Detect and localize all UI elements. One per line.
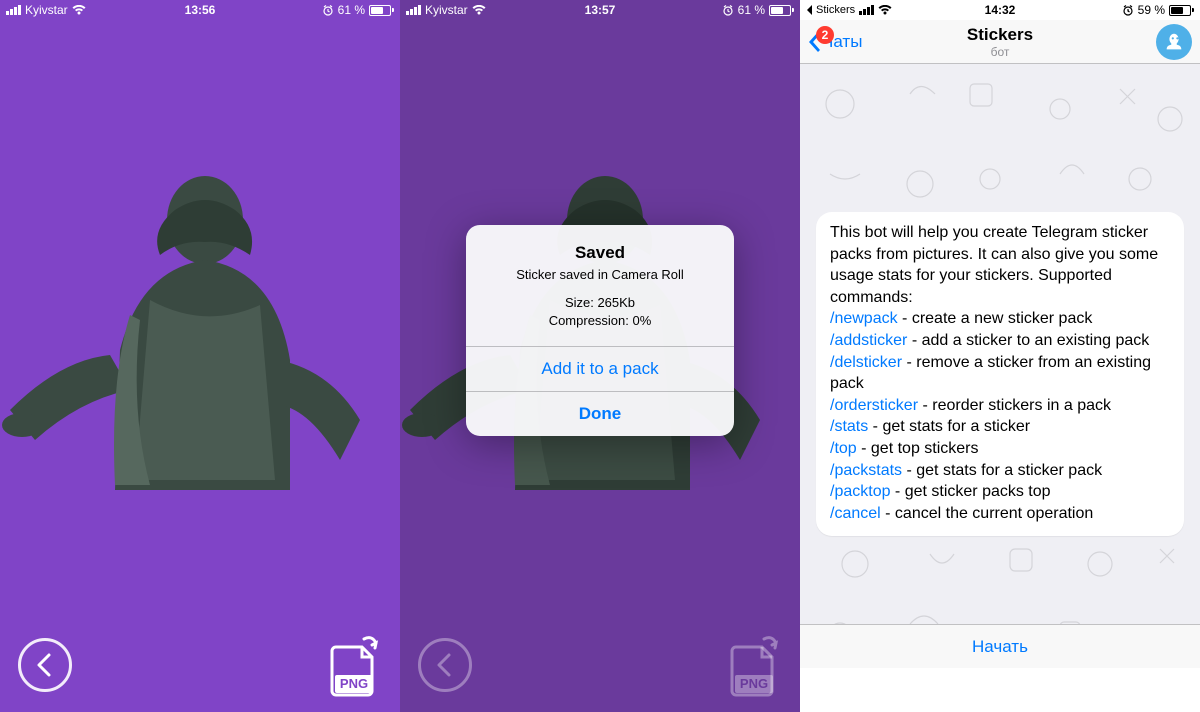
- alarm-icon: [1122, 4, 1134, 16]
- screen-saved-alert: Kyivstar 13:57 61 %: [400, 0, 800, 712]
- chat-title: Stickers: [967, 25, 1033, 45]
- command-link[interactable]: /newpack: [830, 310, 898, 327]
- command-link[interactable]: /top: [830, 440, 857, 457]
- command-link[interactable]: /delsticker: [830, 354, 902, 371]
- command-desc: - get sticker packs top: [890, 483, 1050, 500]
- bot-message: This bot will help you create Telegram s…: [816, 212, 1184, 536]
- command-link[interactable]: /addsticker: [830, 332, 907, 349]
- carrier-label: Kyivstar: [25, 3, 68, 17]
- back-to-chats-button[interactable]: Чаты 2: [808, 32, 862, 52]
- command-desc: - get stats for a sticker pack: [902, 462, 1102, 479]
- alert-title: Saved: [482, 243, 718, 263]
- nav-bar: Чаты 2 Stickers бот: [800, 20, 1200, 64]
- clock: 13:56: [185, 3, 216, 17]
- battery-icon: [369, 5, 394, 16]
- clock: 14:32: [985, 3, 1016, 17]
- command-desc: - add a sticker to an existing pack: [907, 332, 1149, 349]
- battery-pct: 61 %: [338, 3, 365, 17]
- command-desc: - get stats for a sticker: [868, 418, 1030, 435]
- alert-message: Sticker saved in Camera Roll: [482, 267, 718, 282]
- status-bar: Stickers 14:32 59 %: [800, 0, 1200, 20]
- chat-body[interactable]: This bot will help you create Telegram s…: [800, 64, 1200, 668]
- alert-size: Size: 265Kb: [482, 294, 718, 312]
- screen-telegram: Stickers 14:32 59 % Чаты 2 Stickers бот: [800, 0, 1200, 712]
- saved-alert: Saved Sticker saved in Camera Roll Size:…: [466, 225, 734, 436]
- signal-icon: [6, 5, 21, 15]
- start-button[interactable]: Начать: [800, 624, 1200, 668]
- command-link[interactable]: /ordersticker: [830, 397, 918, 414]
- screen-editor: Kyivstar 13:56 61 %: [0, 0, 400, 712]
- bot-avatar[interactable]: [1156, 24, 1192, 60]
- message-intro: This bot will help you create Telegram s…: [830, 224, 1158, 306]
- wifi-icon: [878, 5, 892, 15]
- unread-badge: 2: [816, 26, 834, 44]
- command-desc: - reorder stickers in a pack: [918, 397, 1111, 414]
- command-link[interactable]: /cancel: [830, 505, 881, 522]
- command-desc: - create a new sticker pack: [898, 310, 1093, 327]
- chat-subtitle: бот: [967, 45, 1033, 59]
- wifi-icon: [72, 5, 86, 15]
- command-list: /newpack - create a new sticker pack/add…: [830, 308, 1170, 524]
- alarm-icon: [322, 4, 334, 16]
- signal-icon: [859, 5, 874, 15]
- done-button[interactable]: Done: [466, 391, 734, 436]
- command-link[interactable]: /packstats: [830, 462, 902, 479]
- export-png-button[interactable]: PNG: [326, 633, 382, 697]
- command-desc: - get top stickers: [857, 440, 979, 457]
- status-bar: Kyivstar 13:56 61 %: [0, 0, 400, 20]
- add-to-pack-button[interactable]: Add it to a pack: [466, 346, 734, 391]
- png-label: PNG: [340, 676, 368, 691]
- alert-compression: Compression: 0%: [482, 312, 718, 330]
- sticker-preview: [0, 160, 400, 490]
- command-link[interactable]: /stats: [830, 418, 868, 435]
- back-button[interactable]: [18, 638, 72, 692]
- battery-pct: 59 %: [1138, 3, 1165, 17]
- back-to-app[interactable]: Stickers: [806, 4, 855, 16]
- command-link[interactable]: /packtop: [830, 483, 890, 500]
- command-desc: - cancel the current operation: [881, 505, 1094, 522]
- battery-icon: [1169, 5, 1194, 16]
